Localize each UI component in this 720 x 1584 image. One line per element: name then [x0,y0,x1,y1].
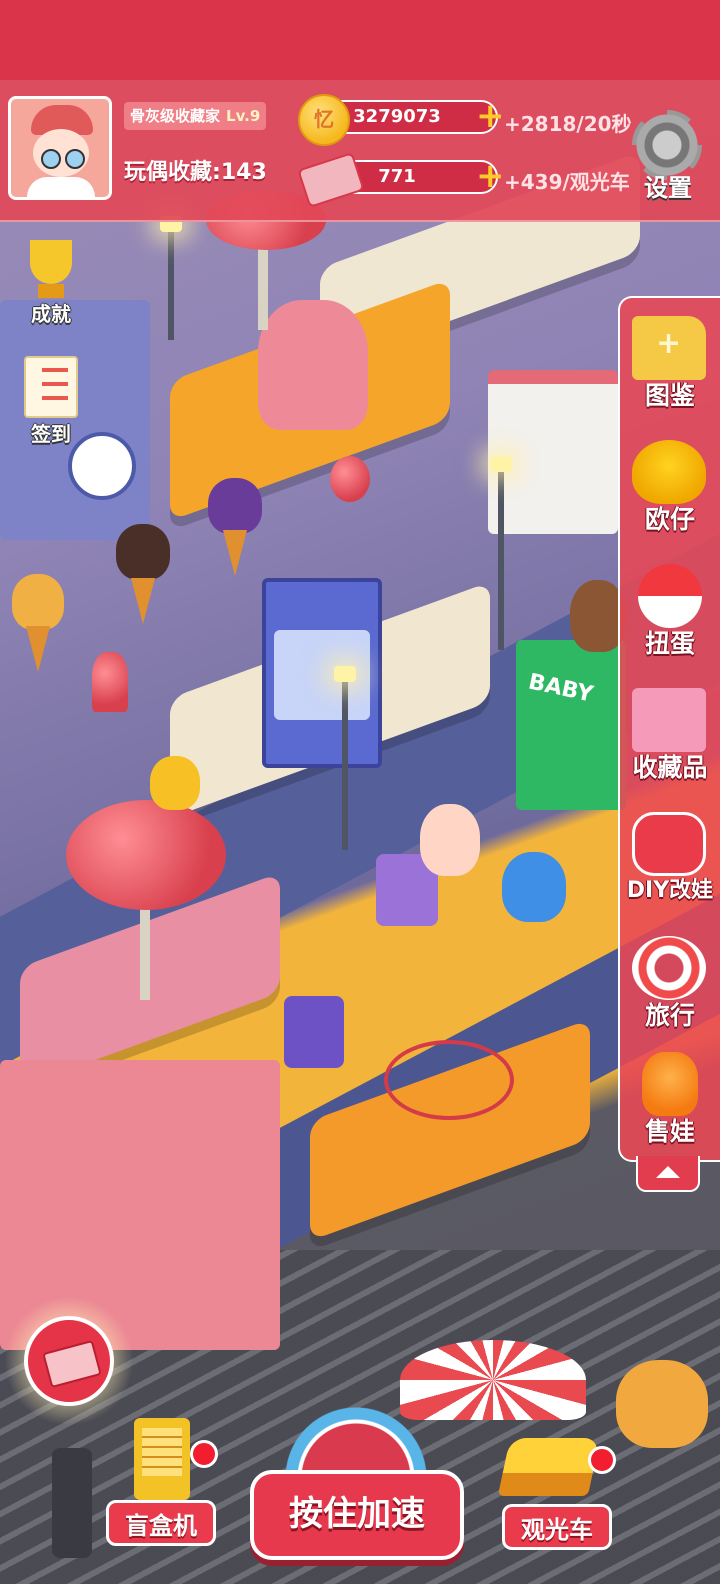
blind-box-button[interactable]: 盲盒机 [106,1418,218,1558]
bunny-ice-cream[interactable] [12,574,64,630]
ice-cream-cone [131,578,155,624]
tram-icon [497,1438,601,1496]
notification-dot [190,1440,218,1468]
detective-doll[interactable] [284,996,344,1068]
bear-ice-cream[interactable] [116,524,170,580]
collection-separator: : [212,160,221,185]
player-avatar[interactable] [8,96,112,200]
system-status-bar [0,0,720,80]
menu-item-catalog[interactable]: 图鉴 [620,304,720,428]
balloon-tree [92,652,128,712]
yellow-doll[interactable] [150,756,200,810]
menu-item-sell[interactable]: 售娃 [620,1040,720,1164]
lifebuoy-icon [632,936,706,1000]
ice-cream-cone [26,626,50,672]
collection-label: 玩偶收藏 [124,160,213,185]
player-level: Lv.9 [226,107,261,125]
avatar-glasses-left [41,149,61,169]
menu-item-label: 扭蛋 [644,629,695,658]
menu-item-label: DIY改娃 [626,878,714,903]
coin-icon [298,94,350,146]
folder-icon [632,316,706,380]
menu-item-travel[interactable]: 旅行 [620,924,720,1048]
balloon-tree [66,800,226,910]
menu-item-label: 收藏品 [632,753,708,782]
coin-rate: +2818/20秒 [504,112,632,136]
shop-building[interactable] [488,370,618,534]
street-lamp [334,666,356,850]
street-lamp [160,216,182,340]
achievement-label: 成就 [31,302,71,326]
hold-to-speed-up-button[interactable]: 按住加速 [250,1470,464,1560]
checklist-icon [24,356,78,418]
collapse-menu-button[interactable] [636,1156,700,1192]
coin-counter: 3279073 + [326,99,505,134]
ticket-rate: +439/观光车 [504,170,630,194]
cat-statue[interactable] [258,300,368,430]
street-lamp [490,456,512,650]
menu-item-gacha[interactable]: 扭蛋 [620,552,720,676]
ice-cream-cone [223,530,247,576]
checkin-label: 签到 [31,422,71,446]
star-stage-ring [384,1040,514,1120]
blue-slime-doll[interactable] [502,852,566,922]
cabinet-icon [632,688,706,752]
gamepad-icon [632,812,706,876]
beach-umbrella [400,1340,586,1420]
traffic-light [52,1448,92,1558]
notification-dot [588,1446,616,1474]
add-coins-button[interactable]: + [476,99,505,133]
tree-trunk [258,240,268,330]
balloon-tree [330,456,370,502]
menu-item-label: 售娃 [644,1117,695,1146]
right-side-menu: 图鉴 欧仔 扭蛋 收藏品 DIY改娃 旅行 售娃 [618,296,720,1162]
collection-count: 143 [220,160,267,185]
rank-badge: 骨灰级收藏家 Lv.9 [124,102,267,130]
menu-item-label: 欧仔 [644,505,695,534]
add-tickets-button[interactable]: + [476,159,505,193]
trophy-icon [30,240,72,284]
avatar-glasses-right [65,149,85,169]
baby-shop-building[interactable] [516,640,626,810]
menu-item-ouzai[interactable]: 欧仔 [620,428,720,552]
gacha-icon [638,564,702,628]
blind-box-label: 盲盒机 [106,1500,216,1546]
vending-machine-icon [134,1418,190,1500]
settings-button[interactable]: 设置 [628,110,708,210]
bunny-doll[interactable] [420,804,480,876]
unicorn-ice-cream[interactable] [208,478,262,534]
checkin-button[interactable]: 签到 [16,356,86,447]
menu-item-diy[interactable]: DIY改娃 [620,800,720,924]
menu-item-label: 图鉴 [644,381,695,410]
rank-title: 骨灰级收藏家 [130,107,221,125]
settings-label: 设置 [644,174,692,202]
top-hud: 骨灰级收藏家 Lv.9 玩偶收藏:143 3279073 + +2818/20秒 … [0,80,720,222]
fox-doll[interactable] [616,1360,708,1448]
ouzai-icon [632,440,706,504]
doll-collection-count: 玩偶收藏:143 [124,154,267,186]
trophy-base [38,284,64,298]
ticket-reward-button[interactable] [24,1316,114,1406]
tour-car-button[interactable]: 观光车 [497,1430,616,1560]
achievement-button[interactable]: 成就 [16,240,86,327]
tour-car-label: 观光车 [502,1504,612,1550]
menu-item-label: 旅行 [644,1001,695,1030]
gummy-bear-icon [642,1052,698,1116]
avatar-body [27,177,95,197]
menu-item-collectibles[interactable]: 收藏品 [620,676,720,800]
